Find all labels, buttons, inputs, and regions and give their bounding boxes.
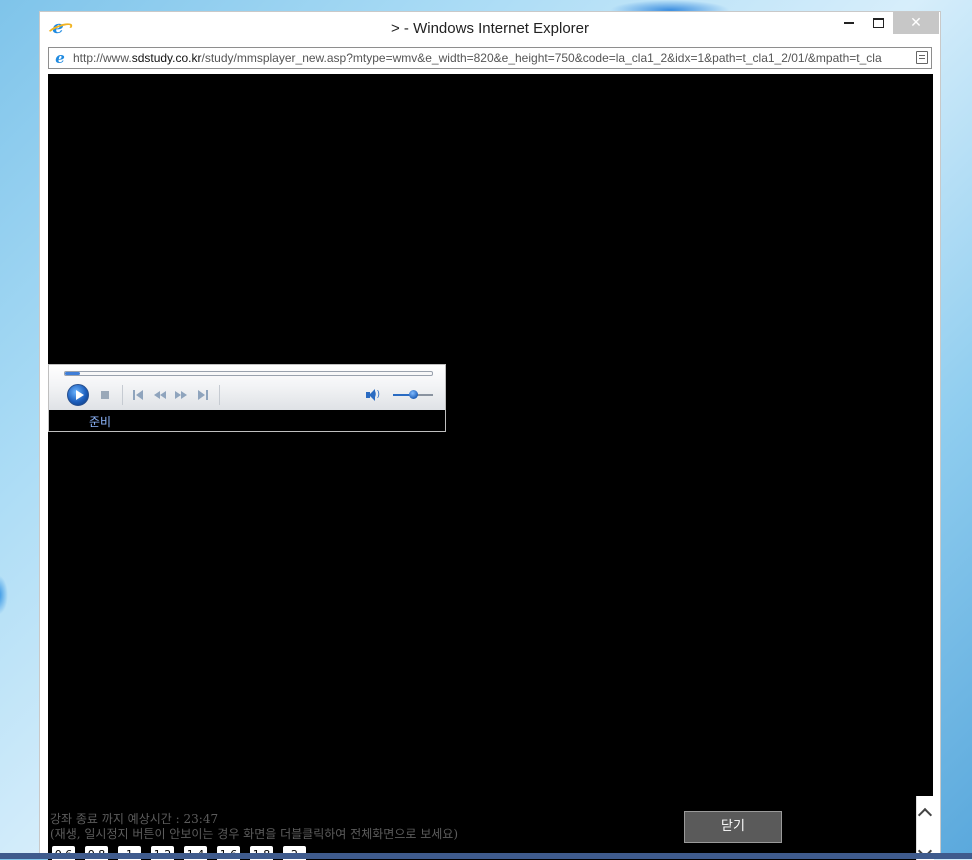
url-host: sdstudy.co.kr: [131, 51, 202, 65]
browser-window: e > - Windows Internet Explorer ✕ e http…: [39, 11, 941, 860]
url-path: /study/mmsplayer_new.asp?mtype=wmv&e_wid…: [201, 51, 882, 65]
close-window-button[interactable]: ✕: [893, 12, 939, 34]
media-player[interactable]: )) 준비: [48, 364, 446, 432]
lecture-info: 강좌 종료 까지 예상시간 : 23:47 (재생, 일시정지 버튼이 안보이는…: [50, 812, 458, 842]
scroll-up-icon[interactable]: [917, 807, 933, 823]
maximize-icon: [872, 17, 884, 28]
rewind-icon[interactable]: [154, 390, 168, 400]
address-url[interactable]: http://www.sdstudy.co.kr/study/mmsplayer…: [73, 51, 913, 65]
maximize-button[interactable]: [864, 12, 892, 34]
volume-slider[interactable]: [393, 390, 433, 399]
next-track-icon[interactable]: [198, 390, 210, 400]
title-bar[interactable]: e > - Windows Internet Explorer ✕: [40, 12, 940, 45]
seek-bar[interactable]: [64, 371, 433, 376]
taskbar: [0, 853, 972, 859]
player-controls: )): [49, 365, 445, 410]
desktop-orb: [0, 575, 8, 615]
remaining-time: 강좌 종료 까지 예상시간 : 23:47: [50, 812, 219, 826]
page-favicon-icon: e: [55, 49, 65, 67]
scrollbar[interactable]: [916, 796, 934, 860]
player-status: 준비: [89, 415, 112, 429]
stop-icon[interactable]: [101, 391, 109, 399]
control-divider: [219, 385, 220, 405]
close-button[interactable]: 닫기: [684, 811, 782, 843]
previous-track-icon[interactable]: [133, 390, 145, 400]
control-divider: [122, 385, 123, 405]
compatibility-view-icon[interactable]: [916, 51, 928, 64]
fast-forward-icon[interactable]: [175, 390, 189, 400]
volume-thumb[interactable]: [409, 390, 418, 399]
play-icon[interactable]: [67, 384, 89, 406]
seek-progress: [65, 372, 80, 375]
url-prefix: http://www.: [73, 51, 132, 65]
speaker-waves-icon: )): [373, 390, 381, 400]
page-content: )) 준비 강좌 종료 까지 예상시간 : 23:47 (재생, 일시정지 버튼…: [48, 74, 933, 860]
window-title: > - Windows Internet Explorer: [391, 20, 589, 37]
minimize-button[interactable]: [835, 12, 863, 34]
address-bar[interactable]: e http://www.sdstudy.co.kr/study/mmsplay…: [48, 47, 932, 69]
minimize-icon: [844, 21, 854, 24]
playback-hint: (재생, 일시정지 버튼이 안보이는 경우 화면을 더블클릭하여 전체화면으로 …: [50, 827, 459, 841]
